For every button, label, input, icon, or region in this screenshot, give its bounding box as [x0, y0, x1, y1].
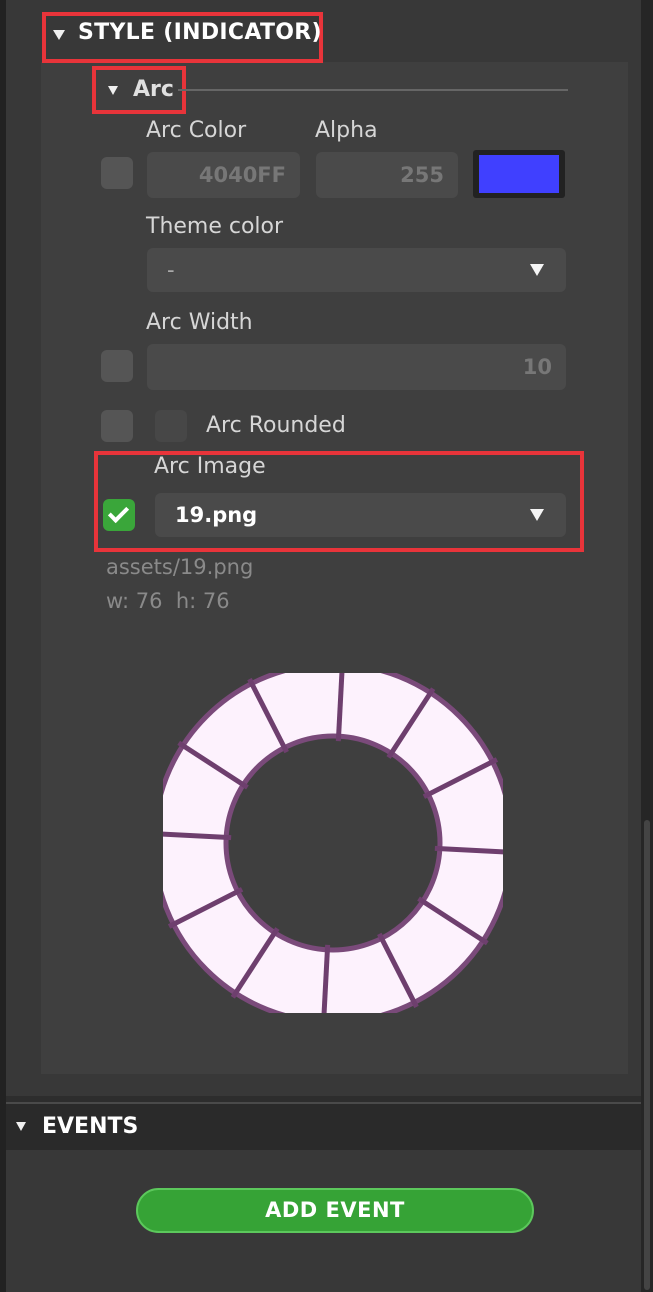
theme-color-dropdown[interactable]: -	[147, 248, 566, 292]
scrollbar-thumb[interactable]	[644, 820, 650, 1290]
section-title-events[interactable]: EVENTS	[42, 1114, 138, 1139]
collapse-triangle-icon[interactable]	[53, 30, 65, 40]
dropdown-arrow-icon	[530, 264, 544, 276]
alpha-field[interactable]: 255	[316, 152, 458, 198]
collapse-triangle-icon[interactable]	[16, 1122, 26, 1131]
collapse-triangle-icon[interactable]	[108, 86, 118, 95]
arc-color-swatch-fill	[479, 155, 559, 193]
theme-color-label: Theme color	[146, 214, 284, 239]
dropdown-arrow-icon	[530, 509, 544, 521]
arc-image-value: 19.png	[175, 503, 258, 527]
arc-image-checkbox[interactable]	[103, 499, 135, 531]
check-icon	[107, 501, 130, 524]
scrollbar[interactable]	[641, 0, 653, 1292]
arc-rounded-override-checkbox[interactable]	[101, 410, 133, 442]
arc-rounded-label: Arc Rounded	[206, 413, 346, 438]
theme-color-value: -	[167, 258, 175, 282]
arc-width-label: Arc Width	[146, 310, 253, 335]
divider	[178, 89, 568, 91]
arc-color-checkbox[interactable]	[101, 157, 133, 189]
arc-image-path: assets/19.png	[106, 555, 254, 579]
arc-color-label: Arc Color	[146, 118, 247, 143]
arc-image-preview	[163, 673, 503, 1013]
arc-color-field[interactable]: 4040FF	[147, 152, 300, 198]
arc-width-field[interactable]: 10	[147, 344, 566, 390]
arc-image-size: w: 76 h: 76	[106, 589, 230, 613]
section-title-style[interactable]: STYLE (INDICATOR)	[78, 20, 322, 45]
arc-image-label: Arc Image	[154, 454, 266, 479]
arc-group-title[interactable]: Arc	[133, 77, 174, 102]
add-event-button[interactable]: ADD EVENT	[136, 1188, 534, 1233]
arc-rounded-checkbox[interactable]	[155, 410, 187, 442]
arc-width-checkbox[interactable]	[101, 350, 133, 382]
arc-image-dropdown[interactable]: 19.png	[155, 493, 566, 537]
arc-color-swatch[interactable]	[473, 150, 565, 198]
alpha-label: Alpha	[315, 118, 378, 143]
